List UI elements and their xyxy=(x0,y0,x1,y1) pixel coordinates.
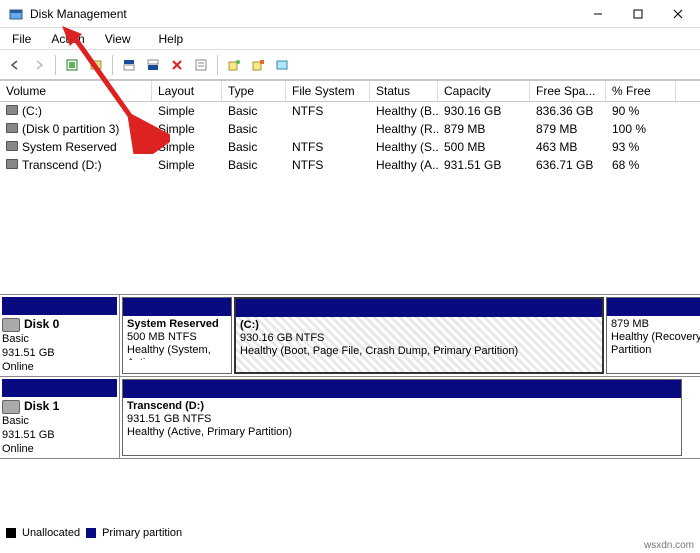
volume-list[interactable]: (C:)SimpleBasicNTFSHealthy (B...930.16 G… xyxy=(0,102,700,174)
action-2-button[interactable] xyxy=(247,54,269,76)
delete-button[interactable] xyxy=(166,54,188,76)
legend-primary-swatch xyxy=(86,528,96,538)
forward-button[interactable] xyxy=(28,54,50,76)
disk-partitions: Transcend (D:)931.51 GB NTFSHealthy (Act… xyxy=(120,377,700,458)
refresh-button[interactable] xyxy=(61,54,83,76)
separator xyxy=(217,55,218,75)
col-volume[interactable]: Volume xyxy=(0,81,152,101)
col-capacity[interactable]: Capacity xyxy=(438,81,530,101)
legend-unallocated-label: Unallocated xyxy=(22,527,80,539)
volume-row[interactable]: Transcend (D:)SimpleBasicNTFSHealthy (A.… xyxy=(0,156,700,174)
volume-list-header: Volume Layout Type File System Status Ca… xyxy=(0,80,700,102)
menu-action[interactable]: Action xyxy=(41,30,94,48)
menu-help[interactable]: Help xyxy=(149,30,194,48)
minimize-button[interactable] xyxy=(578,0,618,28)
disk-row: Disk 1Basic931.51 GBOnlineTranscend (D:)… xyxy=(0,377,700,459)
col-layout[interactable]: Layout xyxy=(152,81,222,101)
titlebar: Disk Management xyxy=(0,0,700,28)
disk-icon xyxy=(2,400,20,414)
separator xyxy=(55,55,56,75)
col-free[interactable]: Free Spa... xyxy=(530,81,606,101)
disk-partitions: System Reserved500 MB NTFSHealthy (Syste… xyxy=(120,295,700,376)
legend-unallocated-swatch xyxy=(6,528,16,538)
graphical-view: Disk 0Basic931.51 GBOnlineSystem Reserve… xyxy=(0,294,700,459)
properties-button[interactable] xyxy=(190,54,212,76)
volume-icon xyxy=(6,123,18,133)
volume-icon xyxy=(6,159,18,169)
volume-row[interactable]: (C:)SimpleBasicNTFSHealthy (B...930.16 G… xyxy=(0,102,700,120)
disk-header[interactable]: Disk 0Basic931.51 GBOnline xyxy=(0,295,120,376)
disk-header[interactable]: Disk 1Basic931.51 GBOnline xyxy=(0,377,120,458)
menu-view[interactable]: View xyxy=(95,30,141,48)
scan-button[interactable] xyxy=(85,54,107,76)
volume-icon xyxy=(6,105,18,115)
toolbar xyxy=(0,50,700,80)
show-bottom-button[interactable] xyxy=(142,54,164,76)
partition[interactable]: (C:)930.16 GB NTFSHealthy (Boot, Page Fi… xyxy=(234,297,604,374)
partition[interactable]: 879 MBHealthy (Recovery Partition xyxy=(606,297,700,374)
action-3-button[interactable] xyxy=(271,54,293,76)
menu-file[interactable]: File xyxy=(2,30,41,48)
legend: Unallocated Primary partition xyxy=(6,527,182,539)
col-filesystem[interactable]: File System xyxy=(286,81,370,101)
volume-row[interactable]: System ReservedSimpleBasicNTFSHealthy (S… xyxy=(0,138,700,156)
watermark: wsxdn.com xyxy=(644,540,694,551)
partition[interactable]: Transcend (D:)931.51 GB NTFSHealthy (Act… xyxy=(122,379,682,456)
volume-row[interactable]: (Disk 0 partition 3)SimpleBasicHealthy (… xyxy=(0,120,700,138)
col-pctfree[interactable]: % Free xyxy=(606,81,676,101)
volume-icon xyxy=(6,141,18,151)
menubar: File Action View Help xyxy=(0,28,700,50)
window-title: Disk Management xyxy=(30,7,578,21)
partition[interactable]: System Reserved500 MB NTFSHealthy (Syste… xyxy=(122,297,232,374)
action-1-button[interactable] xyxy=(223,54,245,76)
app-icon xyxy=(8,6,24,22)
col-type[interactable]: Type xyxy=(222,81,286,101)
back-button[interactable] xyxy=(4,54,26,76)
col-status[interactable]: Status xyxy=(370,81,438,101)
disk-row: Disk 0Basic931.51 GBOnlineSystem Reserve… xyxy=(0,295,700,377)
disk-icon xyxy=(2,318,20,332)
close-button[interactable] xyxy=(658,0,698,28)
legend-primary-label: Primary partition xyxy=(102,527,182,539)
show-top-button[interactable] xyxy=(118,54,140,76)
empty-area xyxy=(0,174,700,294)
separator xyxy=(112,55,113,75)
maximize-button[interactable] xyxy=(618,0,658,28)
